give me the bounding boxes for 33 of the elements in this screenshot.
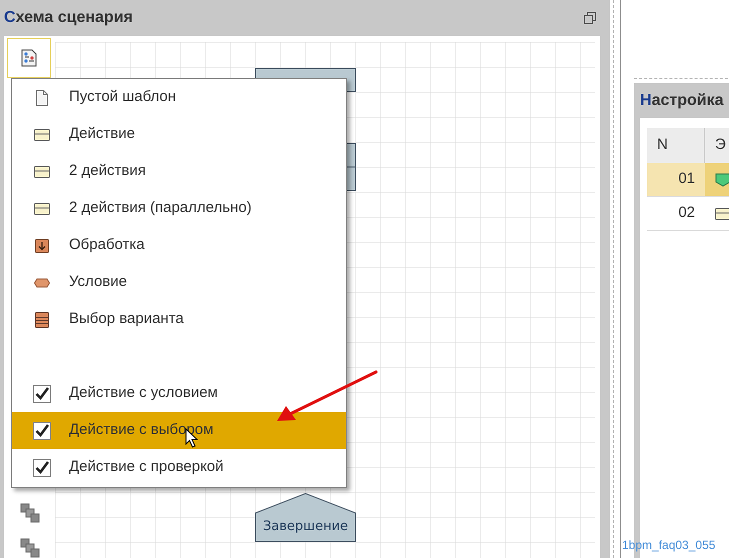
menu-item[interactable]: 2 действия xyxy=(12,153,346,190)
panel-title: Схема сценария xyxy=(4,8,133,28)
menu-item[interactable]: Пустой шаблон xyxy=(12,79,346,116)
page-icon xyxy=(34,90,50,106)
box-icon xyxy=(34,200,50,216)
table-cell-text: 01 xyxy=(677,169,696,190)
stack-icon[interactable] xyxy=(20,503,40,523)
box-icon xyxy=(715,206,729,222)
pentagon-icon xyxy=(715,172,729,188)
menu-item[interactable]: Обработка xyxy=(12,227,346,264)
menu-item[interactable]: Условие xyxy=(12,264,346,301)
menu-item[interactable]: Действие xyxy=(12,116,346,153)
box-icon xyxy=(34,164,50,180)
menu-item[interactable]: Выбор варианта xyxy=(12,301,346,338)
add-template-button[interactable] xyxy=(7,38,51,78)
panel-title: Настройка xyxy=(640,90,724,110)
checkbox[interactable] xyxy=(33,458,51,476)
checkbox[interactable] xyxy=(33,384,51,402)
stack-icon[interactable] xyxy=(20,538,40,558)
down-arrow-box-icon xyxy=(34,238,50,254)
end-node: Завершение xyxy=(255,493,356,542)
column-header[interactable]: N xyxy=(647,128,705,163)
stacked-bars-icon xyxy=(34,312,50,328)
caption: 1bpm_faq03_055 xyxy=(622,537,716,554)
box-icon xyxy=(34,126,50,142)
checkbox[interactable] xyxy=(33,422,51,440)
column-header[interactable]: Э xyxy=(705,128,729,163)
table-cell-text: 02 xyxy=(677,203,696,224)
menu-item[interactable]: 2 действия (параллельно) xyxy=(12,190,346,227)
restore-window-icon[interactable] xyxy=(584,12,596,24)
menu-item[interactable]: Действие с условием xyxy=(12,375,346,412)
template-icon xyxy=(21,49,37,67)
menu-item[interactable]: Действие с проверкой xyxy=(12,449,346,486)
